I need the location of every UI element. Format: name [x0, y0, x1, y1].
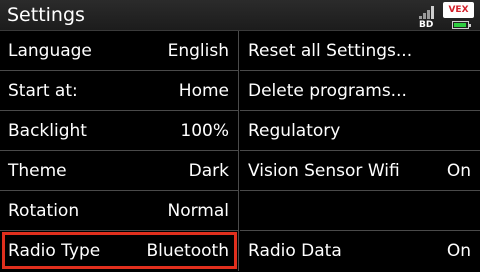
setting-label: Theme: [8, 161, 67, 181]
setting-value: Dark: [188, 161, 229, 181]
signal-bars-icon: [419, 5, 435, 19]
battery-icon: [452, 21, 471, 29]
header-bar: Settings BD VEX: [0, 0, 480, 31]
setting-theme[interactable]: Theme Dark: [0, 151, 239, 191]
setting-empty: [240, 191, 480, 231]
bd-label: BD: [419, 20, 434, 30]
brand-logo: VEX: [443, 2, 474, 18]
setting-label: Language: [8, 41, 92, 61]
setting-label: Rotation: [8, 201, 80, 221]
settings-grid: Language English Start at: Home Backligh…: [0, 31, 480, 272]
battery-level-fill: [454, 23, 466, 27]
setting-label: Start at:: [8, 81, 78, 101]
setting-label: Delete programs...: [248, 81, 407, 101]
setting-rotation[interactable]: Rotation Normal: [0, 191, 239, 231]
brand-logo-text: VEX: [448, 5, 469, 15]
setting-value: English: [167, 41, 229, 61]
setting-label: Vision Sensor Wifi: [248, 161, 400, 181]
setting-value: Normal: [167, 201, 229, 221]
setting-value: Home: [178, 81, 229, 101]
setting-value: On: [446, 161, 471, 181]
setting-language[interactable]: Language English: [0, 31, 239, 71]
setting-label: Radio Data: [248, 241, 342, 261]
setting-label: Regulatory: [248, 121, 341, 141]
setting-delete-programs[interactable]: Delete programs...: [240, 71, 480, 111]
setting-vision-sensor-wifi[interactable]: Vision Sensor Wifi On: [240, 151, 480, 191]
setting-value: On: [446, 241, 471, 261]
setting-reset-all[interactable]: Reset all Settings...: [240, 31, 480, 71]
selection-highlight: [2, 232, 237, 269]
setting-regulatory[interactable]: Regulatory: [240, 111, 480, 151]
setting-start-at[interactable]: Start at: Home: [0, 71, 239, 111]
setting-backlight[interactable]: Backlight 100%: [0, 111, 239, 151]
setting-label: Backlight: [8, 121, 87, 141]
setting-value: 100%: [180, 121, 229, 141]
page-title: Settings: [7, 4, 85, 26]
setting-radio-data[interactable]: Radio Data On: [240, 231, 480, 271]
setting-label: Reset all Settings...: [248, 41, 413, 61]
